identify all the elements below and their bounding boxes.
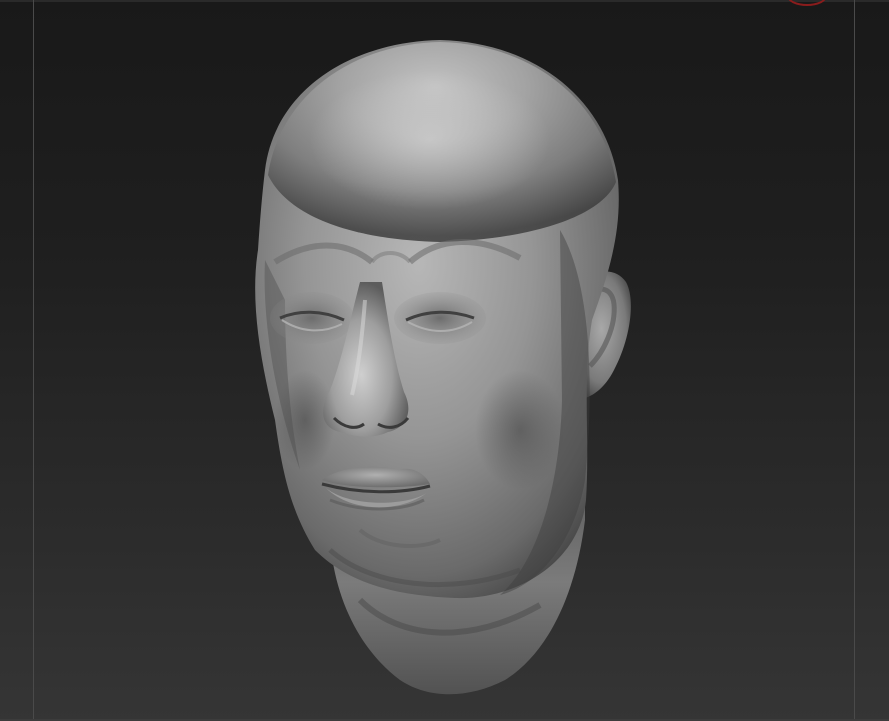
right-eye-closed — [394, 292, 486, 344]
left-eye-closed — [270, 292, 354, 344]
zbrush-viewport-app — [0, 0, 889, 721]
document-canvas[interactable] — [0, 0, 889, 721]
